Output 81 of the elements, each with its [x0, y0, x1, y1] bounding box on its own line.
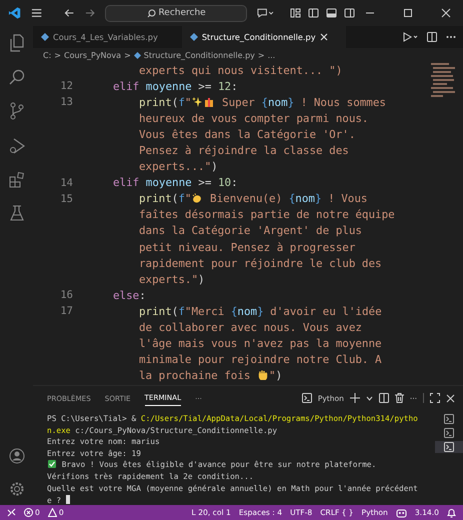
breadcrumb-item[interactable]: ...	[268, 50, 276, 60]
code-line: Vous êtes dans la Catégorie 'Or'.	[139, 128, 356, 141]
check-mark-icon	[48, 460, 56, 468]
extensions-icon[interactable]	[8, 172, 24, 188]
code-line: experts.")	[139, 272, 205, 286]
maximize-panel-icon[interactable]	[430, 393, 440, 403]
layout-icon[interactable]	[290, 8, 301, 18]
line-number: 16	[60, 289, 73, 302]
close-icon[interactable]	[446, 394, 455, 402]
breadcrumb-separator: >	[124, 50, 131, 60]
code-line: print(f" Super {nom} ! Nous sommes	[139, 96, 386, 109]
code-line: de collaborer avec nous. Vous avez	[139, 321, 362, 334]
breadcrumb-separator: >	[258, 50, 265, 60]
python-file-icon	[41, 33, 49, 41]
code-line: petit niveau. Pensez à progresser	[139, 240, 356, 254]
code-line: faîtes désormais partie de notre équipe	[139, 208, 395, 222]
python-file-icon	[190, 33, 198, 41]
search-icon	[147, 8, 156, 18]
breadcrumb-item[interactable]: Structure_Conditionnelle.py	[144, 50, 255, 60]
bell-icon[interactable]	[447, 508, 456, 518]
split-terminal-icon[interactable]	[378, 393, 389, 403]
line-number: 14	[60, 176, 73, 189]
code-line: experts...")	[139, 160, 218, 174]
code-line: Pensez à réjoindre la classe des	[139, 144, 349, 158]
caret-icon[interactable]	[366, 396, 373, 400]
back-arrow-icon[interactable]	[64, 8, 75, 18]
python-file-icon	[134, 52, 141, 58]
close-icon[interactable]	[441, 8, 451, 18]
files-icon[interactable]	[8, 34, 24, 52]
account-icon[interactable]	[8, 448, 24, 464]
chat-icon[interactable]	[257, 8, 274, 18]
add-icon[interactable]	[350, 393, 360, 403]
search-field[interactable]: Recherche	[105, 4, 248, 22]
error-icon[interactable]	[24, 508, 33, 517]
warning-icon[interactable]	[48, 508, 57, 517]
terminal-instance-icon[interactable]	[435, 441, 463, 453]
app-logo-icon[interactable]	[8, 6, 22, 20]
code-line: l'âge mais vous n'avez pas la moyenne	[139, 337, 382, 350]
code-line: elif moyenne >= 12:	[113, 80, 238, 93]
more-icon[interactable]	[446, 35, 456, 39]
code-line: heureux de vous compter parmi nous.	[139, 112, 368, 125]
line-number: 12	[60, 80, 73, 92]
code-line: elif moyenne >= 10:	[113, 176, 238, 190]
trash-icon[interactable]	[394, 393, 404, 403]
secondary-sidebar-icon[interactable]	[344, 8, 355, 18]
code-line: minimale pour rejoindre notre Club. A	[139, 353, 382, 366]
breadcrumb-separator: >	[54, 50, 61, 60]
gift-icon	[204, 96, 214, 107]
run-debug-icon[interactable]	[8, 137, 24, 155]
breadcrumb-item[interactable]: C:	[43, 50, 52, 60]
raised-hand-icon	[258, 370, 268, 380]
text-cursor	[66, 495, 70, 504]
file-tab[interactable]: Structure_Conditionnelle.py	[182, 26, 346, 48]
run-icon[interactable]	[403, 32, 418, 42]
terminal-icon	[302, 393, 312, 403]
search-icon[interactable]	[8, 69, 24, 85]
code-line: else:	[113, 288, 146, 302]
line-number: 15	[60, 192, 73, 205]
sidebar-toggle-icon[interactable]	[308, 8, 319, 18]
minimap-drawing	[429, 62, 457, 98]
code-line: print(f" Bienvenu(e) {nom} ! Vous	[139, 192, 368, 206]
line-number: 17	[60, 305, 73, 318]
split-editor-icon[interactable]	[427, 32, 437, 42]
maximize-icon[interactable]	[403, 8, 413, 18]
code-line: dans la Catégorie 'Argent' de plus	[139, 224, 362, 238]
forward-arrow-icon[interactable]	[84, 8, 96, 18]
code-line: print(f"Merci {nom} d'avoir eu l'idée	[139, 304, 382, 318]
remote-icon[interactable]	[7, 508, 16, 517]
panel-toggle-icon[interactable]	[326, 8, 337, 18]
settings-icon[interactable]	[8, 481, 24, 497]
line-number: 13	[60, 96, 73, 108]
source-control-icon[interactable]	[8, 102, 24, 120]
code-line: experts qui nous visitent... ")	[139, 64, 342, 77]
breadcrumb-item[interactable]: Cours_PyNova	[64, 50, 122, 60]
code-line: la prochaine fois ")	[139, 369, 282, 382]
menu-icon[interactable]	[31, 8, 42, 18]
sparkles-icon	[192, 96, 202, 107]
code-line: rapidement pour réjoindre le club des	[139, 256, 382, 270]
copilot-icon[interactable]	[396, 508, 407, 518]
close-icon[interactable]	[320, 33, 328, 41]
flask-icon[interactable]	[10, 205, 24, 221]
